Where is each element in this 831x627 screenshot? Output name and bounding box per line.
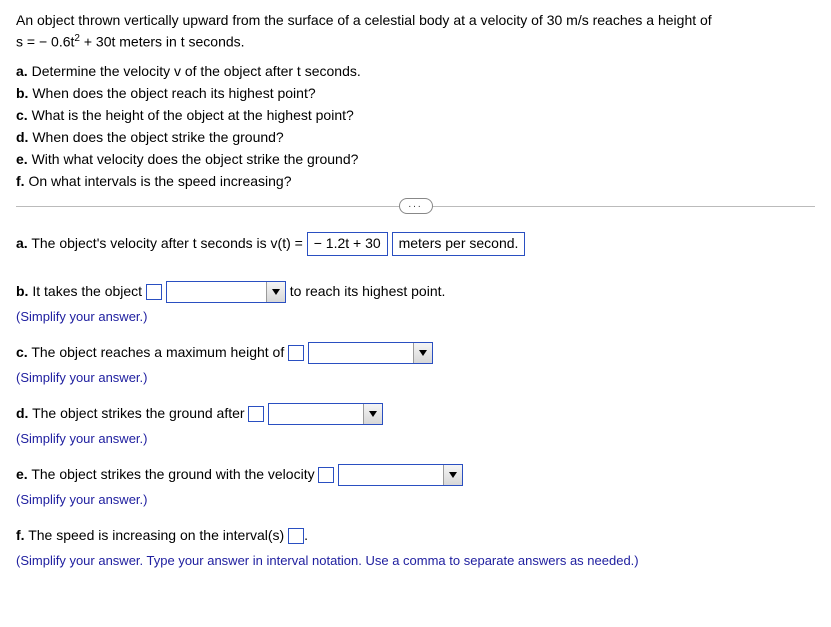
answer-a: a. The object's velocity after t seconds… — [16, 229, 815, 257]
chevron-down-icon — [266, 282, 285, 302]
chevron-down-icon — [443, 465, 462, 485]
answer-a-value-box[interactable]: − 1.2t + 30 — [307, 232, 388, 256]
answer-d-unit-dropdown[interactable] — [268, 403, 383, 425]
answer-b: b. It takes the object to reach its high… — [16, 277, 815, 305]
equation-rest: + 30t meters in t seconds. — [80, 34, 245, 50]
answer-f-input[interactable] — [288, 528, 304, 544]
label-f: f. — [16, 173, 25, 189]
hint-e: (Simplify your answer.) — [16, 492, 815, 507]
label-b2: b. — [16, 283, 28, 299]
label-a2: a. — [16, 235, 28, 251]
answer-a-pre: The object's velocity after t seconds is… — [31, 235, 303, 251]
answer-b-input[interactable] — [146, 284, 162, 300]
answer-d-pre: The object strikes the ground after — [32, 405, 244, 421]
expand-button[interactable]: ... — [399, 198, 433, 214]
answer-b-pre: It takes the object — [32, 283, 142, 299]
part-f: On what intervals is the speed increasin… — [28, 173, 291, 189]
label-d: d. — [16, 129, 28, 145]
label-c2: c. — [16, 344, 28, 360]
answer-a-unit-box[interactable]: meters per second. — [392, 232, 526, 256]
equation-prefix: s = — [16, 34, 39, 50]
answer-f: f. The speed is increasing on the interv… — [16, 521, 815, 549]
answer-c: c. The object reaches a maximum height o… — [16, 338, 815, 366]
label-d2: d. — [16, 405, 28, 421]
answer-c-unit-dropdown[interactable] — [308, 342, 433, 364]
divider-wrap: ... — [16, 206, 815, 207]
hint-d: (Simplify your answer.) — [16, 431, 815, 446]
intro-line-1: An object thrown vertically upward from … — [16, 12, 712, 28]
label-e2: e. — [16, 466, 28, 482]
part-a: Determine the velocity v of the object a… — [32, 63, 361, 79]
answer-c-pre: The object reaches a maximum height of — [31, 344, 284, 360]
answer-e-input[interactable] — [318, 467, 334, 483]
part-b: When does the object reach its highest p… — [32, 85, 315, 101]
subparts-list: a. Determine the velocity v of the objec… — [16, 61, 815, 192]
hint-c: (Simplify your answer.) — [16, 370, 815, 385]
answer-c-input[interactable] — [288, 345, 304, 361]
answer-f-pre: The speed is increasing on the interval(… — [28, 527, 284, 543]
answer-d-input[interactable] — [248, 406, 264, 422]
chevron-down-icon — [363, 404, 382, 424]
chevron-down-icon — [413, 343, 432, 363]
answer-e-pre: The object strikes the ground with the v… — [31, 466, 314, 482]
part-c: What is the height of the object at the … — [32, 107, 354, 123]
hint-f: (Simplify your answer. Type your answer … — [16, 553, 815, 568]
label-f2: f. — [16, 527, 25, 543]
label-c: c. — [16, 107, 28, 123]
label-b: b. — [16, 85, 28, 101]
part-e: With what velocity does the object strik… — [32, 151, 359, 167]
answer-e-unit-dropdown[interactable] — [338, 464, 463, 486]
problem-statement: An object thrown vertically upward from … — [16, 10, 815, 53]
label-e: e. — [16, 151, 28, 167]
part-d: When does the object strike the ground? — [32, 129, 283, 145]
answer-e: e. The object strikes the ground with th… — [16, 460, 815, 488]
answer-b-post: to reach its highest point. — [290, 283, 446, 299]
answer-d: d. The object strikes the ground after — [16, 399, 815, 427]
label-a: a. — [16, 63, 28, 79]
answer-f-post: . — [304, 527, 308, 543]
hint-b: (Simplify your answer.) — [16, 309, 815, 324]
equation-term1: − 0.6t — [39, 34, 74, 50]
answer-b-unit-dropdown[interactable] — [166, 281, 286, 303]
